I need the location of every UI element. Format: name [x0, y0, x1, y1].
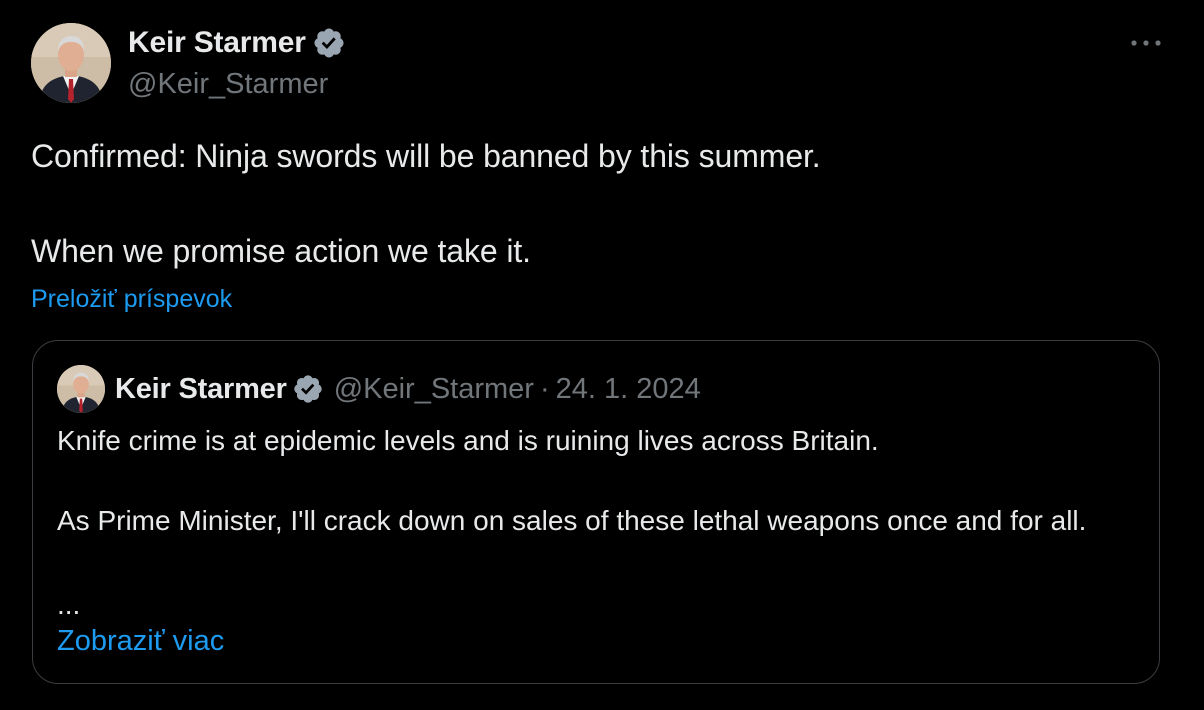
verified-badge-icon[interactable] — [312, 26, 346, 60]
author-handle[interactable]: @Keir_Starmer — [128, 66, 328, 102]
truncation-ellipsis: ... — [57, 589, 81, 620]
author-name[interactable]: Keir Starmer — [128, 24, 306, 62]
verified-badge-icon — [292, 373, 324, 405]
quoted-text-line: Knife crime is at epidemic levels and is… — [57, 425, 879, 456]
quoted-author-avatar[interactable] — [57, 365, 105, 413]
quoted-tweet-date[interactable]: 24. 1. 2024 — [556, 369, 701, 409]
tweet-text-line: When we promise action we take it. — [31, 233, 531, 269]
show-more-link[interactable]: Zobraziť viac — [57, 623, 224, 659]
avatar-photo — [57, 365, 105, 413]
quoted-author-name[interactable]: Keir Starmer — [115, 369, 287, 409]
quoted-tweet-text: Knife crime is at epidemic levels and is… — [57, 421, 1127, 541]
tweet-text: Confirmed: Ninja swords will be banned b… — [31, 137, 1151, 270]
header-separator: · — [539, 373, 550, 405]
avatar-photo — [31, 23, 111, 103]
more-horizontal-icon — [1131, 40, 1161, 46]
quoted-author-handle[interactable]: @Keir_Starmer — [334, 369, 534, 409]
more-options-button[interactable] — [1126, 28, 1166, 58]
translate-post-link[interactable]: Preložiť príspevok — [31, 284, 232, 314]
quoted-tweet-header: Keir Starmer @Keir_Starmer · 24. 1. 2024 — [115, 369, 701, 409]
quoted-tweet-card[interactable]: Keir Starmer @Keir_Starmer · 24. 1. 2024… — [32, 340, 1160, 684]
tweet-text-line: Confirmed: Ninja swords will be banned b… — [31, 138, 821, 174]
author-name-row[interactable]: Keir Starmer — [128, 24, 346, 62]
quoted-text-line: As Prime Minister, I'll crack down on sa… — [57, 505, 1087, 536]
tweet: Keir Starmer @Keir_Starmer Confirmed: Ni… — [0, 0, 1204, 710]
author-avatar[interactable] — [31, 23, 111, 103]
